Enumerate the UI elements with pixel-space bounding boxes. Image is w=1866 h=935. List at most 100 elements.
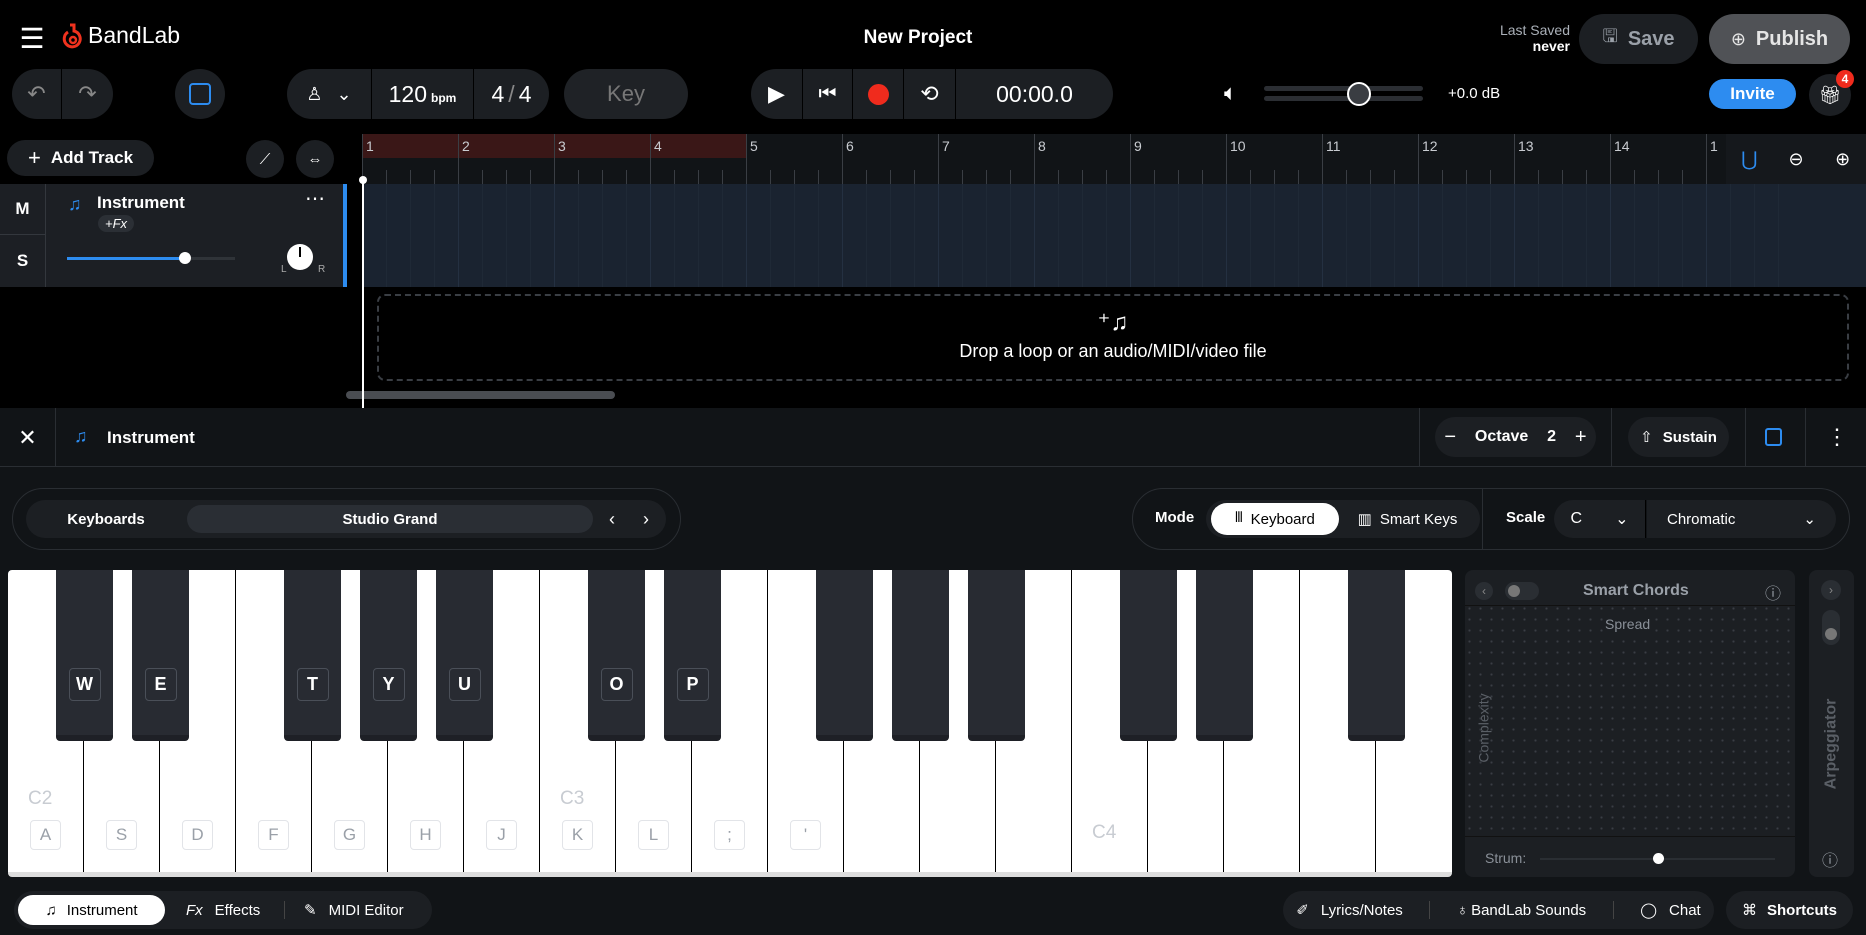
chord-pad[interactable] — [1465, 605, 1795, 837]
track-volume-slider[interactable] — [67, 252, 235, 264]
menu-icon[interactable]: ☰ — [18, 23, 46, 54]
track-header[interactable]: M S ♫ Instrument ⋯ +Fx L R — [0, 184, 343, 287]
octave-up-button[interactable]: + — [1575, 426, 1587, 449]
black-key[interactable]: E — [132, 570, 189, 741]
track-volume-thumb[interactable] — [178, 252, 191, 264]
black-key[interactable] — [1196, 570, 1253, 741]
grid-line — [1514, 184, 1515, 287]
close-panel-icon[interactable]: ✕ — [0, 408, 56, 467]
automation-button[interactable]: ⟋ — [246, 140, 284, 178]
arpeggiator-toggle[interactable] — [1822, 610, 1840, 645]
track-options-icon[interactable]: ⋯ — [305, 186, 325, 211]
next-preset-icon[interactable]: › — [643, 509, 649, 530]
smart-keys-icon: ▥ — [1357, 511, 1372, 528]
playhead-handle[interactable] — [359, 176, 367, 184]
more-options-icon[interactable]: ⋮ — [1826, 424, 1848, 450]
keyboard-view-icon[interactable] — [1765, 428, 1782, 446]
collapse-tracks-button[interactable]: ⇔ — [296, 140, 334, 178]
sustain-button[interactable]: ⇧ Sustain — [1628, 417, 1729, 457]
record-icon[interactable] — [853, 69, 904, 119]
zoom-in-icon[interactable]: ⊕ — [1819, 134, 1866, 184]
key-button[interactable]: Key — [564, 69, 688, 119]
black-key[interactable] — [816, 570, 873, 741]
undo-redo-group: ↶ ↷ — [12, 69, 113, 119]
beat-tick — [890, 170, 891, 184]
playhead[interactable] — [362, 178, 364, 408]
black-key[interactable]: Y — [360, 570, 417, 741]
grid-line — [722, 184, 723, 287]
skip-back-icon[interactable]: ⏮ — [803, 69, 853, 119]
lyrics-notes-button[interactable]: ✐ Lyrics/Notes — [1296, 901, 1403, 919]
zoom-out-icon[interactable]: ⊖ — [1773, 134, 1820, 184]
publish-button[interactable]: ⊕ Publish — [1709, 14, 1850, 64]
timeline-ruler[interactable]: 1 2 3 4 5 6 7 8 9 10 11 12 13 14 1 — [362, 134, 1726, 184]
tempo-field[interactable]: 120 bpm — [372, 69, 474, 119]
keyboard-toggle-button[interactable] — [175, 69, 225, 119]
strum-slider[interactable] — [1540, 853, 1775, 864]
volume-thumb[interactable] — [1347, 82, 1372, 106]
black-key[interactable]: O — [588, 570, 645, 741]
volume-icon[interactable]: 🔈︎ — [1224, 80, 1237, 106]
chat-button[interactable]: ◯ Chat — [1640, 901, 1700, 919]
info-icon[interactable]: ⓘ — [1765, 580, 1781, 604]
redo-icon[interactable]: ↷ — [62, 69, 113, 119]
mode-keyboard-button[interactable]: 𝍫 Keyboard — [1211, 503, 1339, 535]
tab-instrument[interactable]: ♫ Instrument — [18, 895, 165, 925]
black-key[interactable]: W — [56, 570, 113, 741]
undo-icon[interactable]: ↶ — [12, 69, 62, 119]
beat-tick — [1298, 170, 1299, 184]
expand-arpeggiator-icon[interactable]: › — [1821, 580, 1841, 600]
collapse-chords-icon[interactable]: ‹ — [1475, 582, 1493, 600]
fx-button[interactable]: +Fx — [98, 215, 135, 232]
bar-line — [842, 134, 843, 184]
black-key[interactable] — [1120, 570, 1177, 741]
bandlab-logo[interactable]: BandLab — [62, 22, 180, 49]
mode-smart-keys-button[interactable]: ▥ Smart Keys — [1350, 503, 1465, 535]
scale-root-select[interactable]: C ⌄ — [1554, 500, 1646, 538]
black-key[interactable]: P — [664, 570, 721, 741]
black-key[interactable]: U — [436, 570, 493, 741]
arpeggiator-panel: › Arpeggiator ⓘ — [1809, 570, 1854, 877]
black-key[interactable] — [1348, 570, 1405, 741]
metronome-button[interactable]: ♙ ⌄ — [287, 69, 372, 119]
tab-midi-editor[interactable]: ✎ MIDI Editor — [304, 895, 404, 925]
preset-name[interactable]: Studio Grand — [187, 505, 593, 533]
invite-button[interactable]: Invite — [1709, 79, 1796, 109]
grid-line — [1058, 184, 1059, 287]
grid-line — [458, 184, 459, 287]
pan-knob[interactable] — [287, 244, 313, 270]
shortcuts-button[interactable]: ⌘ Shortcuts — [1726, 891, 1853, 929]
track-lane[interactable] — [362, 184, 1866, 287]
octave-down-button[interactable]: − — [1444, 426, 1456, 449]
smart-chords-toggle[interactable] — [1505, 582, 1539, 600]
panel-title: Instrument — [107, 428, 195, 447]
grid-line — [1610, 184, 1611, 287]
ruler-tools: ⋃ ⊖ ⊕ — [1726, 134, 1866, 184]
project-title[interactable]: New Project — [818, 27, 1018, 49]
add-track-button[interactable]: + Add Track — [7, 140, 154, 176]
mute-button[interactable]: M — [0, 184, 46, 235]
tab-effects[interactable]: Fx Effects — [186, 895, 260, 925]
solo-button[interactable]: S — [0, 235, 46, 287]
category-button[interactable]: Keyboards — [26, 511, 186, 528]
black-key[interactable] — [892, 570, 949, 741]
black-key[interactable] — [968, 570, 1025, 741]
strum-thumb[interactable] — [1652, 853, 1664, 864]
beat-tick — [530, 170, 531, 184]
save-button[interactable]: 🖫 Save — [1579, 14, 1698, 64]
track-name[interactable]: Instrument — [97, 193, 185, 213]
scale-type-select[interactable]: Chromatic ⌄ — [1647, 500, 1836, 538]
beat-tick — [674, 170, 675, 184]
time-signature-field[interactable]: 4/4 — [474, 69, 549, 119]
beat-tick — [602, 170, 603, 184]
loop-icon[interactable]: ⟲ — [904, 69, 956, 119]
play-icon[interactable]: ▶ — [751, 69, 803, 119]
arpeggiator-info-icon[interactable]: ⓘ — [1822, 847, 1838, 871]
prev-preset-icon[interactable]: ‹ — [609, 509, 615, 530]
horizontal-scrollbar[interactable] — [346, 391, 615, 399]
black-key[interactable]: T — [284, 570, 341, 741]
master-volume-slider[interactable] — [1264, 82, 1423, 106]
snap-magnet-icon[interactable]: ⋃ — [1726, 134, 1773, 184]
drop-zone[interactable]: ⁺♫ Drop a loop or an audio/MIDI/video fi… — [377, 294, 1849, 381]
bandlab-sounds-button[interactable]: ♁ BandLab Sounds — [1457, 902, 1586, 919]
